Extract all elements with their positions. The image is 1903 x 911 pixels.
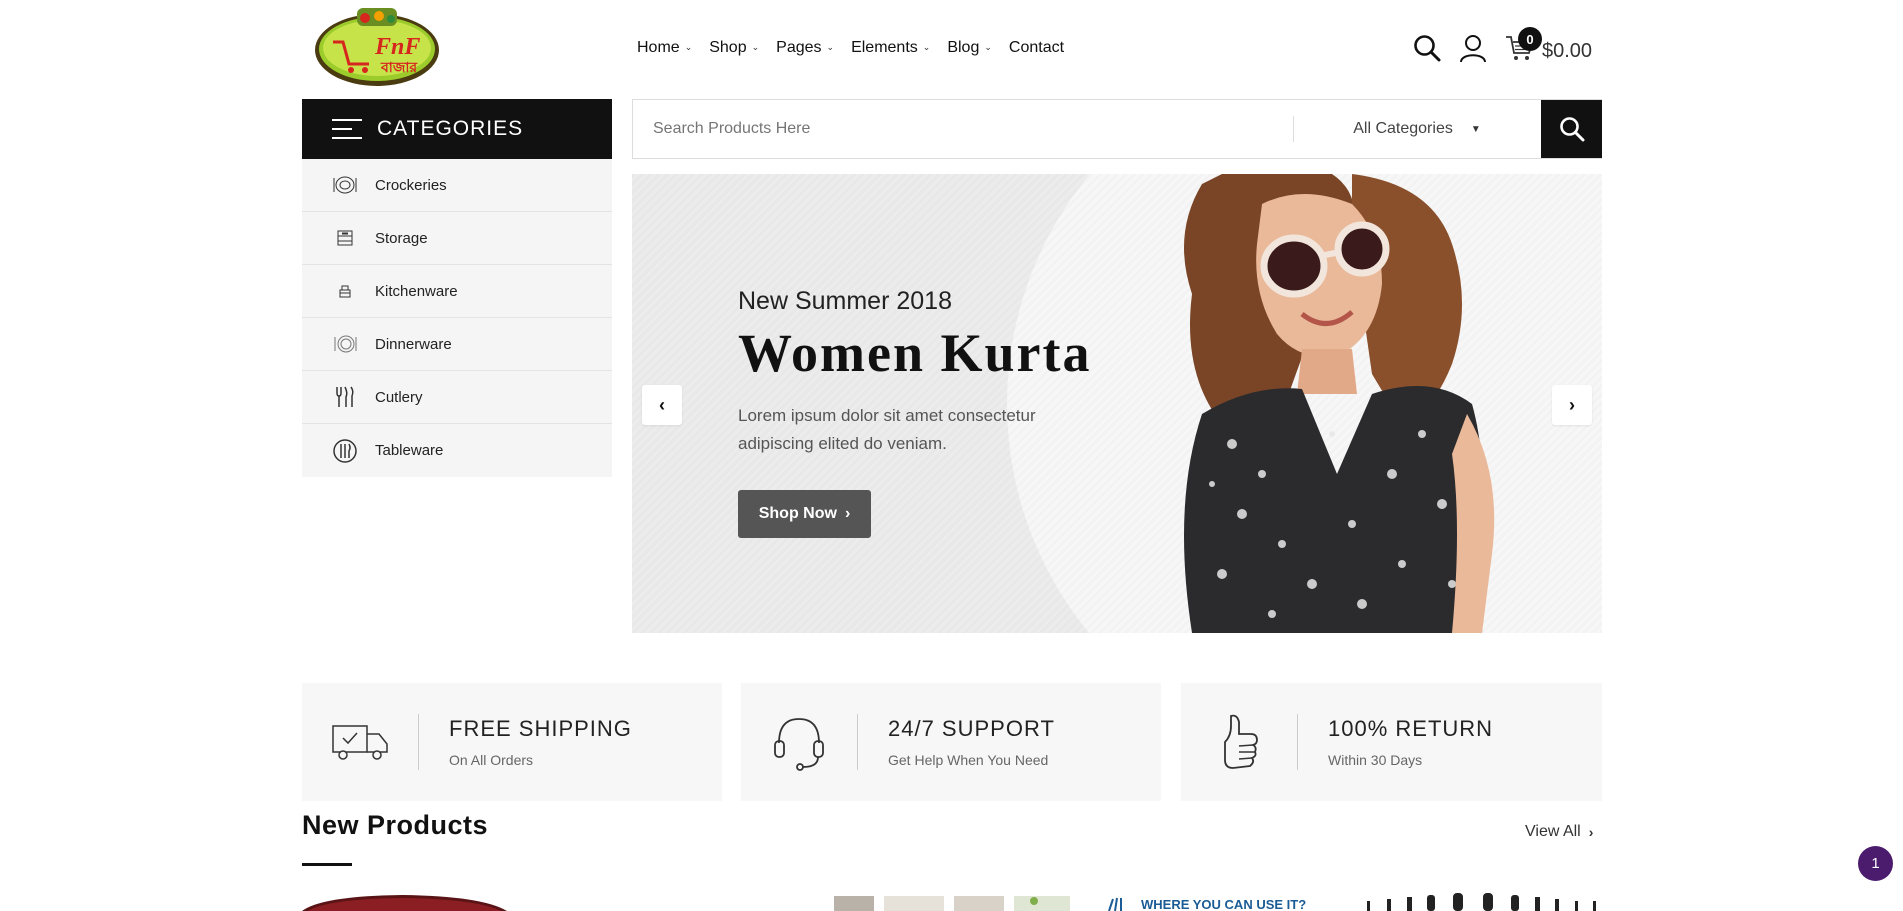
page-indicator-bubble[interactable]: 1	[1858, 846, 1893, 881]
chevron-left-icon: ‹	[659, 394, 665, 415]
nav-home[interactable]: Home ⌄	[637, 39, 692, 57]
product-image[interactable]: WHERE YOU CAN USE IT?	[1105, 893, 1330, 911]
category-label: Kitchenware	[375, 282, 458, 300]
main-nav: Home ⌄ Shop ⌄ Pages ⌄ Elements ⌄ Blog ⌄ Conta…	[637, 36, 1081, 60]
view-all-link[interactable]: View All ›	[1525, 823, 1593, 841]
feature-divider	[418, 714, 419, 770]
header-actions: 0 $0.00	[1412, 27, 1592, 63]
hero-description: Lorem ipsum dolor sit amet consectetur a…	[738, 406, 1036, 453]
shop-now-button[interactable]: Shop Now ›	[738, 490, 871, 538]
hero-subtitle: New Summer 2018	[738, 287, 952, 315]
nav-contact-label: Contact	[1008, 39, 1065, 56]
category-label: Storage	[375, 229, 428, 247]
nav-contact[interactable]: Contact	[1009, 39, 1064, 57]
nav-blog[interactable]: Blog ⌄	[947, 39, 992, 57]
feature-title: FREE SHIPPING	[449, 716, 632, 741]
shop-now-label: Shop Now	[758, 505, 837, 522]
headset-icon	[769, 712, 829, 772]
chevron-down-icon: ⌄	[684, 41, 693, 52]
feature-subtitle: Get Help When You Need	[888, 752, 1049, 768]
storage-icon	[332, 225, 358, 251]
nav-elements[interactable]: Elements ⌄	[851, 39, 930, 57]
chevron-down-icon: ⌄	[984, 41, 992, 52]
product-image[interactable]	[1363, 893, 1603, 911]
hero-model-image	[1184, 174, 1495, 633]
chevron-right-icon: ›	[1569, 394, 1575, 415]
cart-icon[interactable]: 0	[1504, 27, 1542, 63]
feature-subtitle: Within 30 Days	[1328, 752, 1423, 768]
category-label: Cutlery	[375, 388, 423, 406]
nav-shop[interactable]: Shop ⌄	[709, 39, 759, 57]
nav-pages-label: Pages	[776, 39, 822, 56]
svg-text:বাজার: বাজার	[380, 60, 418, 76]
slider-prev-button[interactable]: ‹	[642, 385, 682, 425]
chevron-down-icon: ⌄	[826, 41, 835, 52]
delivery-truck-icon	[330, 712, 390, 772]
svg-text:FnF: FnF	[374, 34, 420, 60]
cutlery-icon	[332, 384, 358, 410]
title-underline	[302, 863, 352, 866]
menu-icon	[332, 119, 362, 139]
feature-subtitle: On All Orders	[449, 752, 534, 768]
category-item-dinnerware[interactable]: Dinnerware	[302, 318, 612, 371]
category-item-crockeries[interactable]: Crockeries	[302, 159, 612, 212]
product-image[interactable]	[302, 893, 507, 911]
product-peek-text: WHERE YOU CAN USE IT?	[1141, 897, 1306, 911]
feature-support: 24/7 SUPPORT Get Help When You Need	[741, 683, 1161, 801]
search-button[interactable]	[1541, 100, 1602, 158]
hero-title: Women Kurta	[738, 323, 1092, 383]
site-logo[interactable]: FnF বাজার	[313, 8, 441, 88]
search-icon[interactable]	[1412, 33, 1442, 63]
category-item-tableware[interactable]: Tableware	[302, 424, 612, 477]
chevron-right-icon: ›	[844, 505, 851, 522]
search-icon	[1559, 117, 1584, 142]
search-bar: All Categories ▼	[632, 99, 1602, 159]
feature-divider	[857, 714, 858, 770]
category-label: Tableware	[375, 442, 444, 459]
nav-pages[interactable]: Pages ⌄	[776, 39, 834, 57]
nav-shop-label: Shop	[709, 39, 747, 56]
nav-blog-label: Blog	[947, 39, 980, 56]
categories-toggle[interactable]: CATEGORIES	[302, 99, 612, 159]
category-label: Dinnerware	[375, 335, 452, 353]
cart-total[interactable]: $0.00	[1542, 40, 1592, 63]
view-all-label: View All	[1525, 823, 1581, 840]
hero-slider: New Summer 2018 Women Kurta Lorem ipsum …	[632, 174, 1602, 633]
category-item-cutlery[interactable]: Cutlery	[302, 371, 612, 424]
chevron-down-icon: ⌄	[922, 41, 931, 52]
crockery-icon	[332, 172, 358, 198]
new-products-title: New Products	[302, 810, 489, 840]
category-item-storage[interactable]: Storage	[302, 212, 612, 265]
category-label: Crockeries	[375, 176, 447, 194]
feature-title: 100% RETURN	[1328, 716, 1494, 741]
feature-return: 100% RETURN Within 30 Days	[1181, 683, 1602, 801]
feature-shipping: FREE SHIPPING On All Orders	[302, 683, 722, 801]
category-item-kitchenware[interactable]: Kitchenware	[302, 265, 612, 318]
chevron-down-icon: ⌄	[751, 41, 760, 52]
search-input[interactable]	[633, 100, 1293, 158]
slider-next-button[interactable]: ›	[1552, 385, 1592, 425]
dinnerware-icon	[332, 331, 358, 357]
caret-down-icon: ▼	[1470, 123, 1481, 135]
nav-elements-label: Elements	[851, 39, 918, 56]
feature-divider	[1297, 714, 1298, 770]
kitchenware-icon	[332, 278, 358, 304]
category-select[interactable]: All Categories ▼	[1294, 120, 1540, 138]
chevron-right-icon: ›	[1588, 824, 1594, 840]
user-icon[interactable]	[1458, 33, 1488, 63]
nav-home-label: Home	[637, 39, 680, 56]
feature-title: 24/7 SUPPORT	[888, 716, 1055, 741]
categories-title: CATEGORIES	[377, 117, 524, 140]
thumbs-up-icon	[1209, 712, 1269, 772]
cart-count-badge: 0	[1518, 27, 1542, 51]
product-image[interactable]	[834, 893, 1070, 911]
categories-list: Crockeries Storage Kitchenware Dinnerwar…	[302, 159, 612, 477]
category-select-value: All Categories	[1353, 120, 1453, 137]
tableware-icon	[332, 438, 358, 464]
